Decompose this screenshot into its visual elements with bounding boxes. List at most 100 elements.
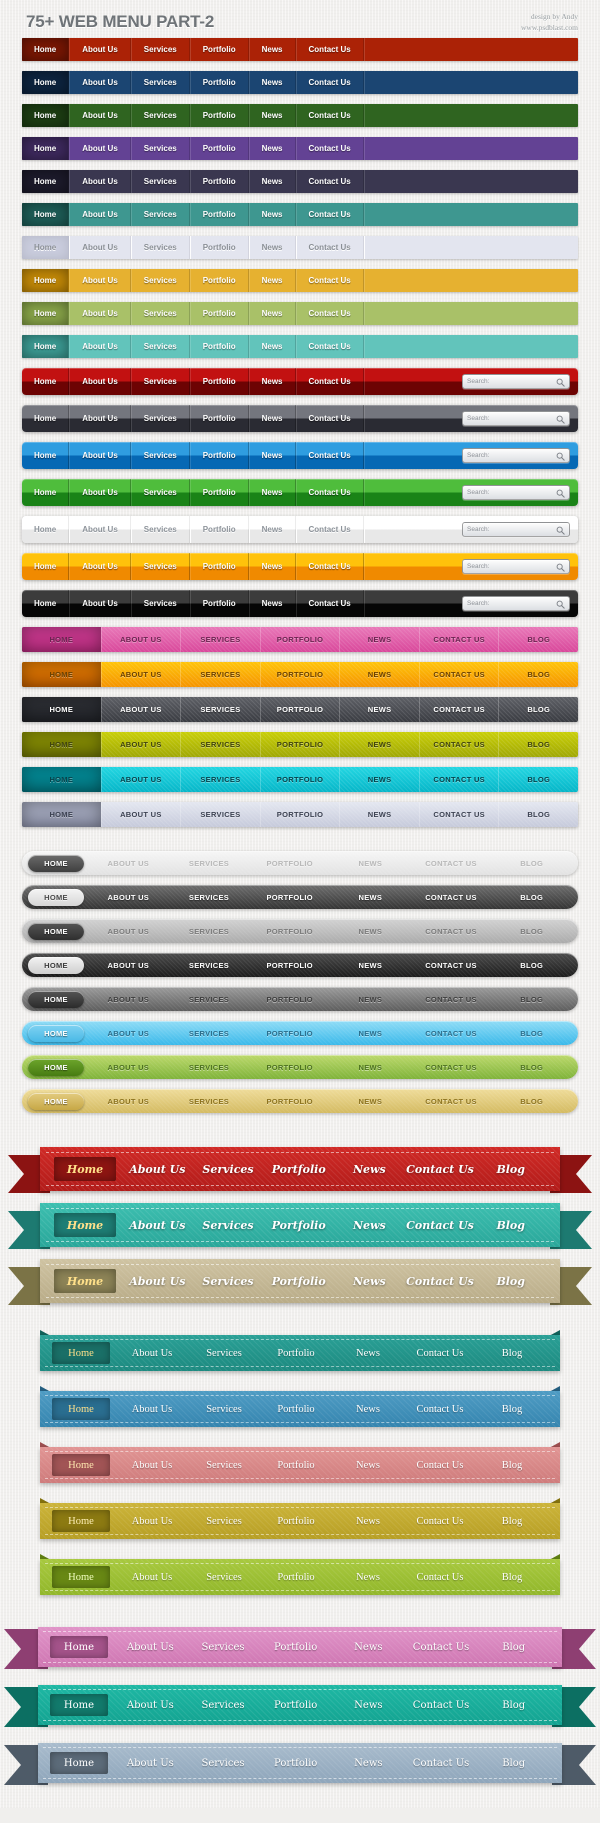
menu-item-contact-us[interactable]: CONTACT US (411, 961, 492, 970)
menu-item-services[interactable]: SERVICES (169, 927, 250, 936)
menu-item-contact-us[interactable]: Contact Us (295, 269, 364, 292)
menu-item-home[interactable]: Home (22, 335, 70, 358)
menu-item-about-us[interactable]: About Us (116, 1404, 188, 1415)
menu-item-home[interactable]: HOME (22, 732, 101, 757)
menu-item-services[interactable]: Services (130, 203, 190, 226)
menu-item-services[interactable]: Services (130, 71, 190, 94)
menu-item-services[interactable]: SERVICES (180, 662, 260, 687)
menu-item-home[interactable]: HOME (22, 697, 101, 722)
menu-item-contact-us[interactable]: CONTACT US (411, 995, 492, 1004)
menu-item-blog[interactable]: BLOG (491, 1097, 572, 1106)
search-icon[interactable] (556, 526, 565, 535)
menu-item-news[interactable]: News (248, 71, 296, 94)
menu-item-home[interactable]: HOME (28, 1058, 84, 1076)
menu-item-services[interactable]: Services (188, 1460, 260, 1471)
menu-item-news[interactable]: News (248, 236, 296, 259)
menu-item-news[interactable]: News (248, 479, 296, 506)
menu-item-home[interactable]: HOME (28, 1092, 84, 1110)
menu-item-home[interactable]: HOME (22, 767, 101, 792)
menu-item-services[interactable]: Services (130, 335, 190, 358)
menu-item-services[interactable]: SERVICES (169, 995, 250, 1004)
menu-item-blog[interactable]: Blog (475, 1275, 546, 1288)
menu-item-services[interactable]: Services (187, 1642, 260, 1653)
menu-item-services[interactable]: SERVICES (180, 767, 260, 792)
menu-item-services[interactable]: SERVICES (169, 859, 250, 868)
menu-item-contact-us[interactable]: Contact Us (405, 1700, 478, 1711)
menu-item-blog[interactable]: BLOG (498, 767, 578, 792)
menu-item-blog[interactable]: BLOG (491, 961, 572, 970)
menu-item-about-us[interactable]: ABOUT US (100, 767, 181, 792)
menu-item-about-us[interactable]: About Us (69, 302, 131, 325)
menu-item-about-us[interactable]: About Us (122, 1219, 193, 1232)
menu-item-about-us[interactable]: About Us (122, 1275, 193, 1288)
menu-item-news[interactable]: News (332, 1460, 404, 1471)
menu-item-contact-us[interactable]: Contact Us (295, 203, 364, 226)
menu-item-about-us[interactable]: About Us (69, 368, 131, 395)
search-input[interactable]: Search: (462, 559, 570, 574)
menu-item-home[interactable]: Home (52, 1454, 110, 1476)
menu-item-home[interactable]: Home (54, 1213, 116, 1237)
menu-item-portfolio[interactable]: Portfolio (189, 71, 249, 94)
menu-item-portfolio[interactable]: Portfolio (260, 1572, 332, 1583)
menu-item-portfolio[interactable]: PORTFOLIO (259, 697, 340, 722)
menu-item-portfolio[interactable]: Portfolio (189, 38, 249, 61)
menu-item-about-us[interactable]: About Us (114, 1758, 187, 1769)
menu-item-home[interactable]: Home (22, 203, 70, 226)
menu-item-about-us[interactable]: About Us (69, 479, 131, 506)
menu-item-contact-us[interactable]: Contact Us (295, 236, 364, 259)
menu-item-news[interactable]: News (332, 1700, 405, 1711)
menu-item-news[interactable]: NEWS (330, 961, 411, 970)
menu-item-portfolio[interactable]: PORTFOLIO (259, 627, 340, 652)
menu-item-about-us[interactable]: ABOUT US (88, 859, 169, 868)
menu-item-services[interactable]: Services (130, 104, 190, 127)
menu-item-about-us[interactable]: About Us (69, 38, 131, 61)
menu-item-services[interactable]: Services (188, 1516, 260, 1527)
menu-item-contact-us[interactable]: CONTACT US (411, 859, 492, 868)
menu-item-portfolio[interactable]: Portfolio (189, 335, 249, 358)
menu-item-news[interactable]: News (248, 368, 296, 395)
menu-item-portfolio[interactable]: Portfolio (259, 1700, 332, 1711)
menu-item-portfolio[interactable]: Portfolio (263, 1275, 334, 1288)
menu-item-contact-us[interactable]: CONTACT US (418, 802, 499, 827)
menu-item-portfolio[interactable]: Portfolio (260, 1460, 332, 1471)
menu-item-portfolio[interactable]: Portfolio (263, 1219, 334, 1232)
menu-item-blog[interactable]: BLOG (491, 893, 572, 902)
menu-item-contact-us[interactable]: Contact Us (404, 1404, 476, 1415)
menu-item-news[interactable]: News (334, 1275, 405, 1288)
menu-item-contact-us[interactable]: Contact Us (295, 590, 364, 617)
menu-item-portfolio[interactable]: Portfolio (263, 1163, 334, 1176)
menu-item-portfolio[interactable]: Portfolio (189, 442, 249, 469)
menu-item-home[interactable]: Home (22, 590, 70, 617)
menu-item-portfolio[interactable]: PORTFOLIO (259, 732, 340, 757)
search-icon[interactable] (556, 415, 565, 424)
menu-item-services[interactable]: SERVICES (169, 961, 250, 970)
search-input[interactable]: Search: (462, 374, 570, 389)
menu-item-contact-us[interactable]: Contact Us (404, 1572, 476, 1583)
menu-item-news[interactable]: NEWS (330, 995, 411, 1004)
menu-item-contact-us[interactable]: Contact Us (295, 335, 364, 358)
menu-item-home[interactable]: Home (22, 405, 70, 432)
menu-item-contact-us[interactable]: Contact Us (295, 405, 364, 432)
menu-item-portfolio[interactable]: PORTFOLIO (249, 1063, 330, 1072)
menu-item-blog[interactable]: BLOG (498, 662, 578, 687)
menu-item-services[interactable]: SERVICES (180, 732, 260, 757)
menu-item-services[interactable]: Services (188, 1404, 260, 1415)
menu-item-home[interactable]: Home (50, 1694, 108, 1716)
menu-item-blog[interactable]: BLOG (491, 1063, 572, 1072)
menu-item-services[interactable]: SERVICES (180, 802, 260, 827)
menu-item-news[interactable]: News (248, 269, 296, 292)
menu-item-portfolio[interactable]: PORTFOLIO (259, 802, 340, 827)
menu-item-home[interactable]: Home (22, 170, 70, 193)
menu-item-portfolio[interactable]: Portfolio (189, 553, 249, 580)
menu-item-blog[interactable]: Blog (477, 1642, 550, 1653)
menu-item-contact-us[interactable]: Contact Us (295, 479, 364, 506)
menu-item-about-us[interactable]: About Us (69, 405, 131, 432)
menu-item-home[interactable]: Home (54, 1157, 116, 1181)
menu-item-blog[interactable]: Blog (476, 1404, 548, 1415)
menu-item-contact-us[interactable]: CONTACT US (411, 1063, 492, 1072)
menu-item-contact-us[interactable]: CONTACT US (418, 662, 499, 687)
menu-item-portfolio[interactable]: Portfolio (189, 203, 249, 226)
menu-item-portfolio[interactable]: Portfolio (259, 1758, 332, 1769)
menu-item-blog[interactable]: Blog (475, 1163, 546, 1176)
menu-item-about-us[interactable]: About Us (116, 1348, 188, 1359)
